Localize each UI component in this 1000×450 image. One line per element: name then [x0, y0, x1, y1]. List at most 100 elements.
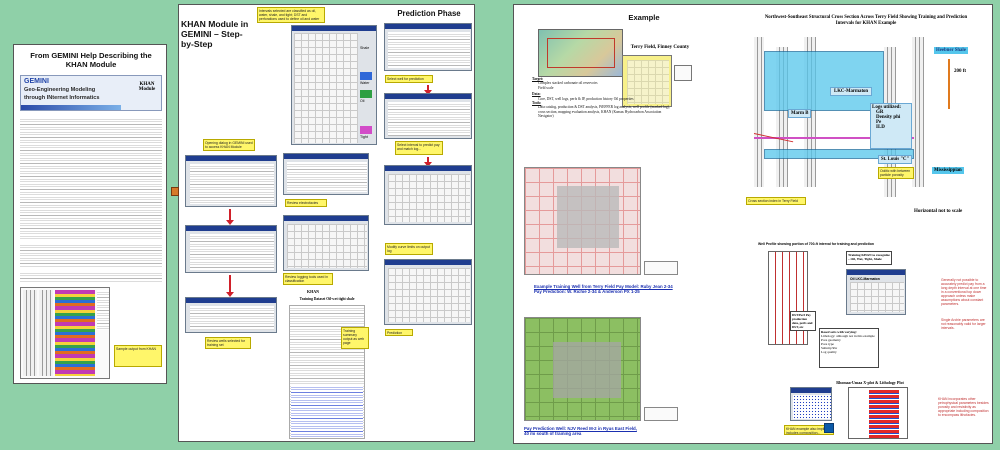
note-single-archie: Single Archie parameters are not reasona… [940, 317, 990, 331]
shale-label: Shale [360, 46, 370, 50]
prediction-output-window[interactable] [384, 259, 472, 325]
cross-log-5 [912, 37, 924, 187]
well-selection-content [190, 234, 274, 270]
note-khan-incorporates: KHAN incorporates other petrophysical pa… [938, 397, 989, 417]
poster-khan-step-by-step: KHAN Module in GEMINI – Step-by-Step Pre… [178, 4, 475, 442]
lkc-marmaton-plot [850, 282, 904, 312]
gemini-logo-band [21, 105, 121, 110]
select-well-window[interactable] [384, 23, 472, 71]
arrow-down-1 [226, 209, 234, 225]
lkc-band [764, 51, 884, 111]
logging-tools-content [287, 224, 367, 268]
note-select-well: Select well for prediction [385, 75, 433, 83]
note-opening-dialog: Opening dialog in GEMINI used to access … [203, 139, 255, 151]
sample-output-note: Sample output from KHAN [114, 345, 162, 367]
example-title: Example [628, 13, 660, 22]
prediction-map-caption[interactable]: Pay Prediction Well: NJV Reed M-2 in Ryu… [524, 426, 674, 437]
prediction-map [524, 317, 641, 421]
training-wells-window[interactable] [185, 297, 277, 333]
select-well-content [388, 32, 470, 68]
colored-facies-track [55, 290, 95, 376]
poster-gemini-help: From GEMINI Help Describing the KHAN Mod… [13, 44, 167, 384]
target-item-2: Field scale [538, 85, 554, 90]
thickness-label: 200 ft [954, 69, 967, 74]
training-map-caption[interactable]: Example Training Well from Terry Field P… [534, 284, 684, 295]
facies-legend [97, 290, 109, 330]
window-titlebar [292, 26, 376, 31]
lkc-marmaton-window[interactable]: Oil LKC-Marmaton [846, 269, 906, 315]
kansas-inset-2 [644, 407, 678, 421]
well-selection-window[interactable] [185, 225, 277, 273]
log-display-window[interactable]: Shale Water Oil Tight [291, 25, 377, 145]
heebner-label: Heebner Shale [934, 47, 968, 54]
dialog-content [190, 164, 274, 204]
select-interval-window[interactable] [384, 93, 472, 139]
terry-field-inset [674, 65, 692, 81]
curve-limits-window[interactable] [384, 165, 472, 225]
note-modify-curve-limits: Modify curve limits on output log [385, 243, 433, 255]
training-wells-content [190, 306, 274, 330]
electrofacies-window[interactable] [283, 153, 369, 195]
prediction-map-caption-2: 40 mi south of training area [524, 431, 582, 437]
target-block: Target: Complex stacked carbonate oil re… [532, 77, 672, 119]
lithology-red [869, 390, 899, 438]
logging-tools-window[interactable] [283, 215, 369, 271]
lithology-plot [848, 387, 908, 439]
pay-box: DST/Perf Pay production data, perfs and … [790, 311, 816, 331]
log-ild: ILD [876, 125, 885, 130]
horizontal-note: Horizontal not to scale [914, 209, 963, 214]
training-box: Training KHAN to recognize – Oil, Wet, T… [846, 251, 892, 265]
electrofacies-content [287, 162, 367, 192]
map-outline [547, 38, 615, 68]
thickness-arrow [948, 59, 950, 109]
kansas-map-thumbnail [538, 29, 623, 77]
select-interval-content [388, 102, 470, 136]
note-prediction: Prediction [385, 329, 413, 336]
log-track-1 [23, 290, 37, 376]
well-info-text [20, 271, 162, 283]
note-training-summary: Training summary output as web page [341, 327, 369, 349]
rhomaa-crossplot [793, 395, 831, 419]
gemini-logo-text2: Geo-Engineering Modeling [24, 87, 96, 93]
water-swatch [360, 72, 372, 80]
note-review-logging-tools: Review logging tools used in classificat… [283, 273, 333, 285]
poster1-title: From GEMINI Help Describing the KHAN Mod… [30, 51, 152, 69]
lkc-marmaton-label: LKC-Marmaton [830, 87, 873, 96]
arrow-down-3 [424, 85, 432, 95]
khan-module-label: KHAN Module [138, 82, 156, 92]
lkc-marmaton-label-small: Oil LKC-Marmaton [850, 277, 880, 281]
kansas-inset-1 [644, 261, 678, 275]
arrow-down-4 [424, 157, 432, 167]
rhomaa-title: Rhomaa-Umaa X-plot & Lithology Plot [836, 380, 904, 385]
help-text-body [20, 117, 162, 239]
st-louis-label: St. Louis "C" [878, 155, 913, 164]
training-map-field [557, 186, 619, 248]
cross-section-title: Northwest-Southeast Structural Cross Sec… [764, 15, 968, 26]
prediction-output-grid [388, 268, 470, 322]
gemini-logo-text3: through INternet Informatics [24, 95, 100, 101]
mississippian-label: Mississippian [932, 167, 964, 174]
note-select-interval: Select interval to predict pay and match… [395, 141, 443, 155]
training-dataset-title: Training Dataset Oil-wet tight shale [299, 297, 355, 301]
gemini-logo-text1: GEMINI [24, 78, 49, 85]
training-dataset-links [291, 385, 363, 437]
marm-b-label: Marm B [788, 109, 812, 118]
log-display-grid [294, 33, 358, 143]
rhomaa-crossplot-window[interactable] [790, 387, 832, 421]
tight-swatch [360, 126, 372, 134]
poster-example: Example Terry Field, Finney County Targe… [513, 4, 993, 444]
water-label: Water [360, 81, 370, 85]
reservoir-box: Reservoirs with varying: Lithology: alth… [819, 328, 879, 368]
note-intervals-classified: Intervals selected are classified as oil… [257, 7, 325, 23]
note-generally-not-possible: Generally not possible to accurately pre… [940, 277, 990, 315]
help-text-body-2 [20, 243, 162, 267]
note-review-wells: Review wells selected for training set [205, 337, 251, 349]
prediction-map-field [553, 342, 621, 398]
gemini-opening-dialog[interactable] [185, 155, 277, 207]
logs-utilized-box: Logs utilized: GR Density phi Pe ILD [870, 103, 912, 149]
log-track-2 [39, 290, 53, 376]
training-map [524, 167, 641, 275]
reservoir-item-5: Log quality [821, 350, 837, 354]
curve-limits-content [388, 174, 470, 222]
khan-label: KHAN [307, 289, 319, 294]
